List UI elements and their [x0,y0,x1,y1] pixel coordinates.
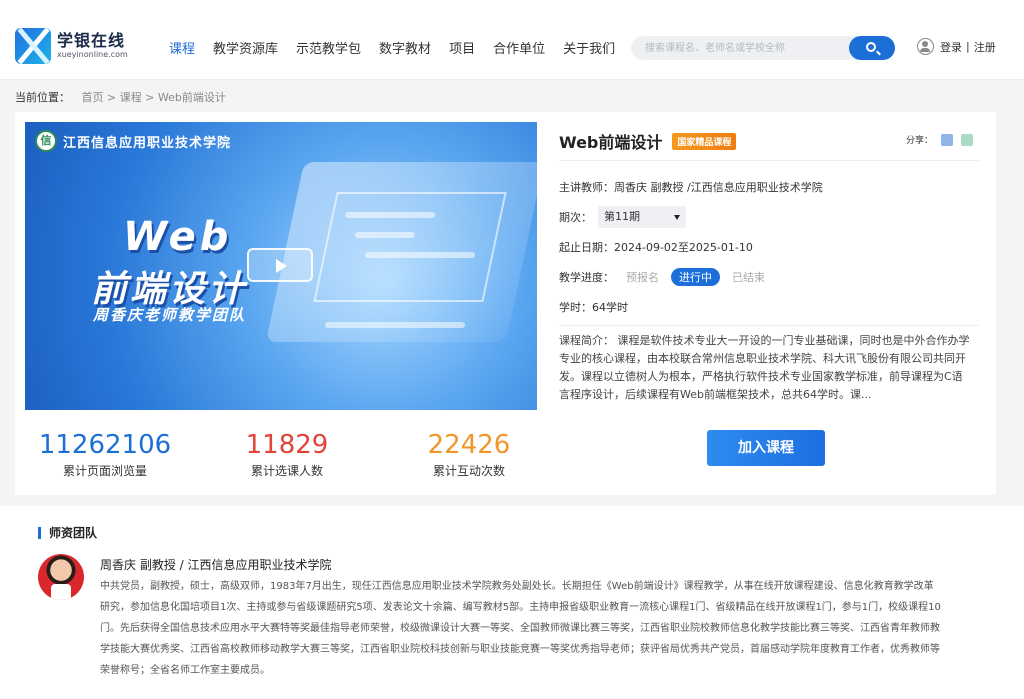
cover-decoration [365,252,475,258]
nav-about[interactable]: 关于我们 [563,38,615,57]
section-heading: 师资团队 [38,524,97,541]
search-input[interactable] [645,40,845,56]
cover-decoration [355,232,415,238]
progress-ongoing: 进行中 [671,268,720,286]
site-logo[interactable]: 学银在线 xueyinonline.com [15,28,128,64]
national-quality-badge: 国家精品课程 [672,132,737,150]
stat-enrollments: 11829 累计选课人数 [207,430,367,479]
nav-digital-textbooks[interactable]: 数字教材 [379,38,431,57]
hours-label: 学时： [559,301,592,314]
teacher-avatar [38,554,84,600]
course-title: Web前端设计 [559,133,663,152]
logo-domain: xueyinonline.com [57,50,128,59]
top-header: 学银在线 xueyinonline.com 课程 教学资源库 示范教学包 数字教… [0,0,1024,80]
school-seal-icon: 信 [35,130,57,152]
cover-decoration [345,212,435,218]
play-icon[interactable] [247,248,313,282]
progress-ended: 已结束 [732,271,765,284]
breadcrumb-label: 当前位置： [15,91,70,104]
teacher-team-section: 师资团队 周香庆 副教授 / 江西信息应用职业技术学院 中共党员，副教授，硕士，… [0,506,1024,699]
desc-label: 课程简介： [559,334,614,347]
logo-x-icon [15,28,51,64]
stats-row: 11262106 累计页面浏览量 11829 累计选课人数 22426 累计互动… [25,430,537,480]
progress-row: 教学进度： 预报名 进行中 已结束 [559,268,979,286]
course-info: Web前端设计 国家精品课程 分享： 主讲教师： 周香庆 副教授 /江西信息应用… [559,130,979,404]
breadcrumb-sep: > [107,91,117,104]
join-course-button[interactable]: 加入课程 [707,430,825,466]
stat-label: 累计选课人数 [250,464,323,478]
search-button[interactable] [849,36,895,60]
cover-subtitle: 周香庆老师教学团队 [93,306,247,324]
desc-text: 课程是软件技术专业大一开设的一门专业基础课，同时也是中外合作办学专业的核心课程，… [559,334,970,401]
hours-row: 学时： 64学时 [559,299,979,315]
stat-label: 累计互动次数 [432,464,505,478]
section-title: 师资团队 [49,526,98,540]
logo-text: 学银在线 [57,31,126,50]
user-icon [917,38,934,55]
school-name: 江西信息应用职业技术学院 [63,135,232,151]
stat-value: 22426 [427,430,511,460]
login-link[interactable]: 登录 [940,39,962,55]
share-label: 分享： [905,136,933,146]
term-select[interactable]: 第11期 [598,206,686,228]
breadcrumb-current: Web前端设计 [157,91,226,104]
nav-courses[interactable]: 课程 [169,38,195,57]
stat-value: 11262106 [38,430,172,460]
teacher-value: 周香庆 副教授 /江西信息应用职业技术学院 [614,181,823,194]
progress-label: 教学进度： [559,271,614,284]
course-cover-video[interactable]: 信 江西信息应用职业技术学院 Web 前端设计 周香庆老师教学团队 [25,122,537,410]
cover-title-web: Web [123,214,233,260]
breadcrumb-courses[interactable]: 课程 [120,91,142,104]
nav-resource-library[interactable]: 教学资源库 [213,38,278,57]
dates-label: 起止日期： [559,241,614,254]
dates-row: 起止日期： 2024-09-02至2025-01-10 [559,239,979,255]
divider [559,325,979,326]
term-row: 期次： 第11期 [559,206,979,228]
dates-value: 2024-09-02至2025-01-10 [614,241,753,254]
login-area: 登录 | 注册 [917,38,996,55]
breadcrumb-home[interactable]: 首页 [82,91,104,104]
nav-partners[interactable]: 合作单位 [493,38,545,57]
progress-preregister: 预报名 [626,271,659,284]
breadcrumb-sep: > [145,91,155,104]
school-banner: 信 江西信息应用职业技术学院 [35,130,231,152]
term-label: 期次： [559,211,592,224]
stat-label: 累计页面浏览量 [62,464,147,478]
course-description: 课程简介： 课程是软件技术专业大一开设的一门专业基础课，同时也是中外合作办学专业… [559,332,971,404]
teacher-label: 主讲教师： [559,181,614,194]
teacher-bio: 中共党员，副教授，硕士，高级双师，1983年7月出生，现任江西信息应用职业技术学… [100,581,941,676]
stat-value: 11829 [245,430,329,460]
teacher-row: 主讲教师： 周香庆 副教授 /江西信息应用职业技术学院 [559,179,979,195]
teacher-name: 周香庆 副教授 / 江西信息应用职业技术学院 [100,558,332,572]
cover-decoration [313,192,507,302]
main-nav: 课程 教学资源库 示范教学包 数字教材 项目 合作单位 关于我们 [160,38,624,57]
nav-demo-packages[interactable]: 示范教学包 [296,38,361,57]
search-box [631,36,895,60]
login-separator: | [966,40,970,53]
breadcrumb: 当前位置： 首页 > 课程 > Web前端设计 [15,89,226,105]
heading-accent [38,526,41,539]
cover-decoration [325,322,465,328]
search-icon [866,42,876,52]
nav-projects[interactable]: 项目 [449,38,475,57]
course-card: 信 江西信息应用职业技术学院 Web 前端设计 周香庆老师教学团队 112621… [15,112,996,495]
divider [559,160,979,161]
hours-value: 64学时 [592,301,628,314]
share-qrcode-icon[interactable] [961,133,973,146]
register-link[interactable]: 注册 [974,39,996,55]
share-weibo-icon[interactable] [941,133,953,146]
share-area: 分享： [906,133,973,146]
stat-page-views: 11262106 累计页面浏览量 [25,430,185,479]
stat-interactions: 22426 累计互动次数 [389,430,549,479]
